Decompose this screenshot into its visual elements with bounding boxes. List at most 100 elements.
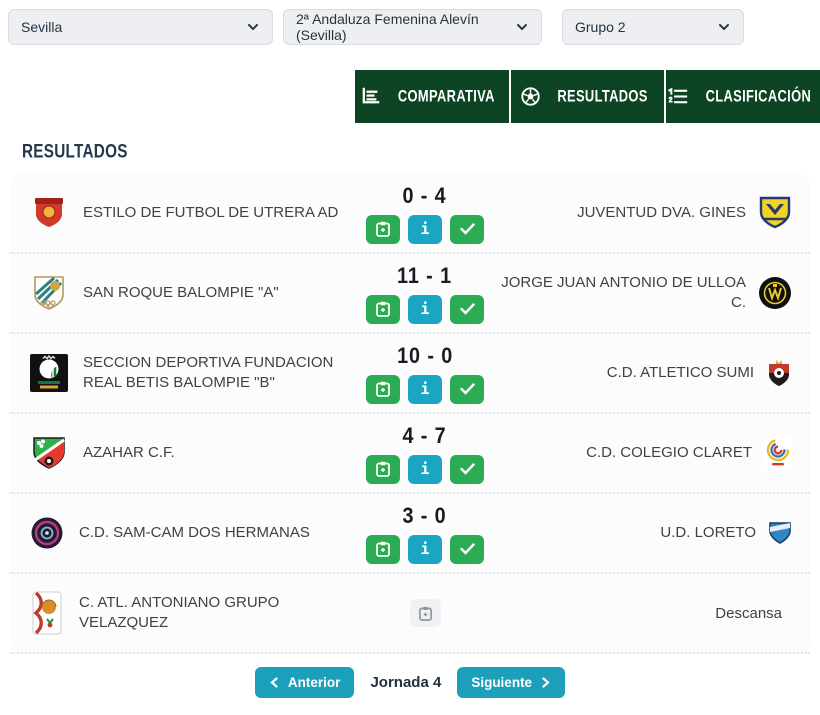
report-button[interactable] (366, 294, 400, 324)
tab-comparativa-label: COMPARATIVA (398, 87, 496, 106)
home-team-name: AZAHAR C.F. (83, 443, 175, 461)
confirm-button[interactable] (450, 534, 484, 564)
match-score: 0 - 4 (402, 182, 448, 208)
numbered-list-icon (667, 87, 687, 104)
tab-clasificacion[interactable]: CLASIFICACIÓN (664, 70, 820, 123)
away-team: JORGE JUAN ANTONIO DE ULLOA C. (495, 273, 810, 314)
next-jornada-button[interactable]: Siguiente (457, 667, 566, 698)
report-button-disabled[interactable] (409, 599, 441, 627)
home-team-name: C.D. SAM-CAM DOS HERMANAS (79, 523, 310, 541)
match-row-rest: C. ATL. ANTONIANO GRUPO VELAZQUEZ Descan… (10, 574, 810, 654)
chevron-right-icon (542, 677, 550, 688)
group-select[interactable]: Grupo 2 (562, 9, 744, 45)
competition-select-value: 2ª Andaluza Femenina Alevín (Sevilla) (296, 11, 479, 43)
match-row: C.D. SAM-CAM DOS HERMANAS 3 - 0 i U.D. L… (10, 494, 810, 574)
team-crest-claret-icon (764, 438, 792, 468)
info-button[interactable]: i (408, 534, 442, 564)
match-actions: i (366, 294, 484, 324)
score-cell: 4 - 7 i (355, 423, 495, 484)
away-team: C.D. COLEGIO CLARET (495, 438, 810, 468)
competition-select[interactable]: 2ª Andaluza Femenina Alevín (Sevilla) (283, 9, 542, 45)
score-cell: 0 - 4 i (355, 183, 495, 244)
tab-comparativa[interactable]: COMPARATIVA (355, 70, 509, 123)
check-icon (459, 223, 475, 235)
away-team: U.D. LORETO (495, 521, 810, 545)
info-button[interactable]: i (408, 454, 442, 484)
home-team-name: C. ATL. ANTONIANO GRUPO VELAZQUEZ (79, 593, 280, 631)
info-icon: i (420, 220, 430, 238)
home-team-name: ESTILO DE FUTBOL DE UTRERA AD (83, 203, 339, 221)
match-score: 10 - 0 (396, 342, 454, 368)
tab-resultados[interactable]: RESULTADOS (508, 70, 665, 123)
report-button[interactable] (366, 454, 400, 484)
away-team: C.D. ATLETICO SUMI (495, 359, 810, 387)
team-crest-sumi-icon (766, 359, 792, 387)
previous-jornada-button[interactable]: Anterior (254, 667, 355, 698)
confirm-button[interactable] (450, 214, 484, 244)
bar-chart-icon (363, 87, 380, 104)
team-crest-loreto-icon (768, 521, 792, 545)
jornada-pagination: Anterior Jornada 4 Siguiente (0, 667, 820, 698)
match-row: AZAHAR C.F. 4 - 7 i C.D. COLEGIO CLARET (10, 414, 810, 494)
info-icon: i (420, 300, 430, 318)
home-team: SAN ROQUE BALOMPIE "A" (10, 274, 355, 312)
away-team-name: U.D. LORETO (660, 523, 756, 541)
home-team: ESTILO DE FUTBOL DE UTRERA AD (10, 194, 355, 232)
rest-status-label: Descansa (715, 604, 782, 622)
confirm-button[interactable] (450, 374, 484, 404)
away-team: JUVENTUD DVA. GINES (495, 195, 810, 231)
info-icon: i (420, 460, 430, 478)
match-score: 11 - 1 (397, 262, 453, 288)
match-actions: i (366, 454, 484, 484)
away-team-name: C.D. COLEGIO CLARET (586, 443, 752, 461)
match-score: 3 - 0 (402, 502, 448, 528)
territorial-select-value: Sevilla (21, 19, 63, 35)
check-icon (459, 463, 475, 475)
filter-bar: Sevilla 2ª Andaluza Femenina Alevín (Sev… (0, 0, 820, 45)
chevron-down-icon (517, 24, 527, 31)
home-team: C. ATL. ANTONIANO GRUPO VELAZQUEZ (10, 591, 355, 635)
team-crest-ulloa-icon (758, 276, 792, 310)
report-button[interactable] (366, 534, 400, 564)
territorial-select[interactable]: Sevilla (8, 9, 273, 45)
team-crest-betis-icon (30, 354, 68, 392)
chevron-down-icon (719, 24, 729, 31)
away-team-name: JUVENTUD DVA. GINES (577, 203, 746, 221)
home-team-name: SAN ROQUE BALOMPIE "A" (83, 283, 279, 301)
match-actions (409, 599, 441, 627)
score-cell: 10 - 0 i (355, 343, 495, 404)
report-button[interactable] (366, 214, 400, 244)
home-team: AZAHAR C.F. (10, 434, 355, 472)
group-select-value: Grupo 2 (575, 19, 626, 35)
info-button[interactable]: i (408, 294, 442, 324)
match-score: 4 - 7 (402, 422, 448, 448)
score-cell (355, 599, 495, 627)
confirm-button[interactable] (450, 454, 484, 484)
team-crest-antoniano-icon (30, 591, 64, 635)
match-actions: i (366, 374, 484, 404)
home-team: SECCION DEPORTIVA FUNDACION REAL BETIS B… (10, 353, 355, 394)
check-icon (459, 383, 475, 395)
team-crest-samcam-icon (30, 516, 64, 550)
match-actions: i (366, 214, 484, 244)
results-list: ESTILO DE FUTBOL DE UTRERA AD 0 - 4 i JU… (10, 174, 810, 654)
info-button[interactable]: i (408, 214, 442, 244)
home-team: C.D. SAM-CAM DOS HERMANAS (10, 516, 355, 550)
check-icon (459, 303, 475, 315)
match-row: ESTILO DE FUTBOL DE UTRERA AD 0 - 4 i JU… (10, 174, 810, 254)
info-button[interactable]: i (408, 374, 442, 404)
info-icon: i (420, 380, 430, 398)
check-icon (459, 543, 475, 555)
current-jornada-label: Jornada 4 (370, 674, 442, 691)
team-crest-azahar-icon (30, 434, 68, 472)
chevron-left-icon (270, 677, 278, 688)
tab-clasificacion-label: CLASIFICACIÓN (705, 87, 811, 106)
score-cell: 11 - 1 i (355, 263, 495, 324)
away-team-name: C.D. ATLETICO SUMI (606, 363, 754, 381)
next-jornada-label: Siguiente (471, 675, 533, 690)
view-tabs: COMPARATIVA RESULTADOS CLASIFICACIÓN (355, 70, 820, 123)
match-actions: i (366, 534, 484, 564)
report-button[interactable] (366, 374, 400, 404)
away-team-name: JORGE JUAN ANTONIO DE ULLOA C. (501, 273, 746, 311)
confirm-button[interactable] (450, 294, 484, 324)
